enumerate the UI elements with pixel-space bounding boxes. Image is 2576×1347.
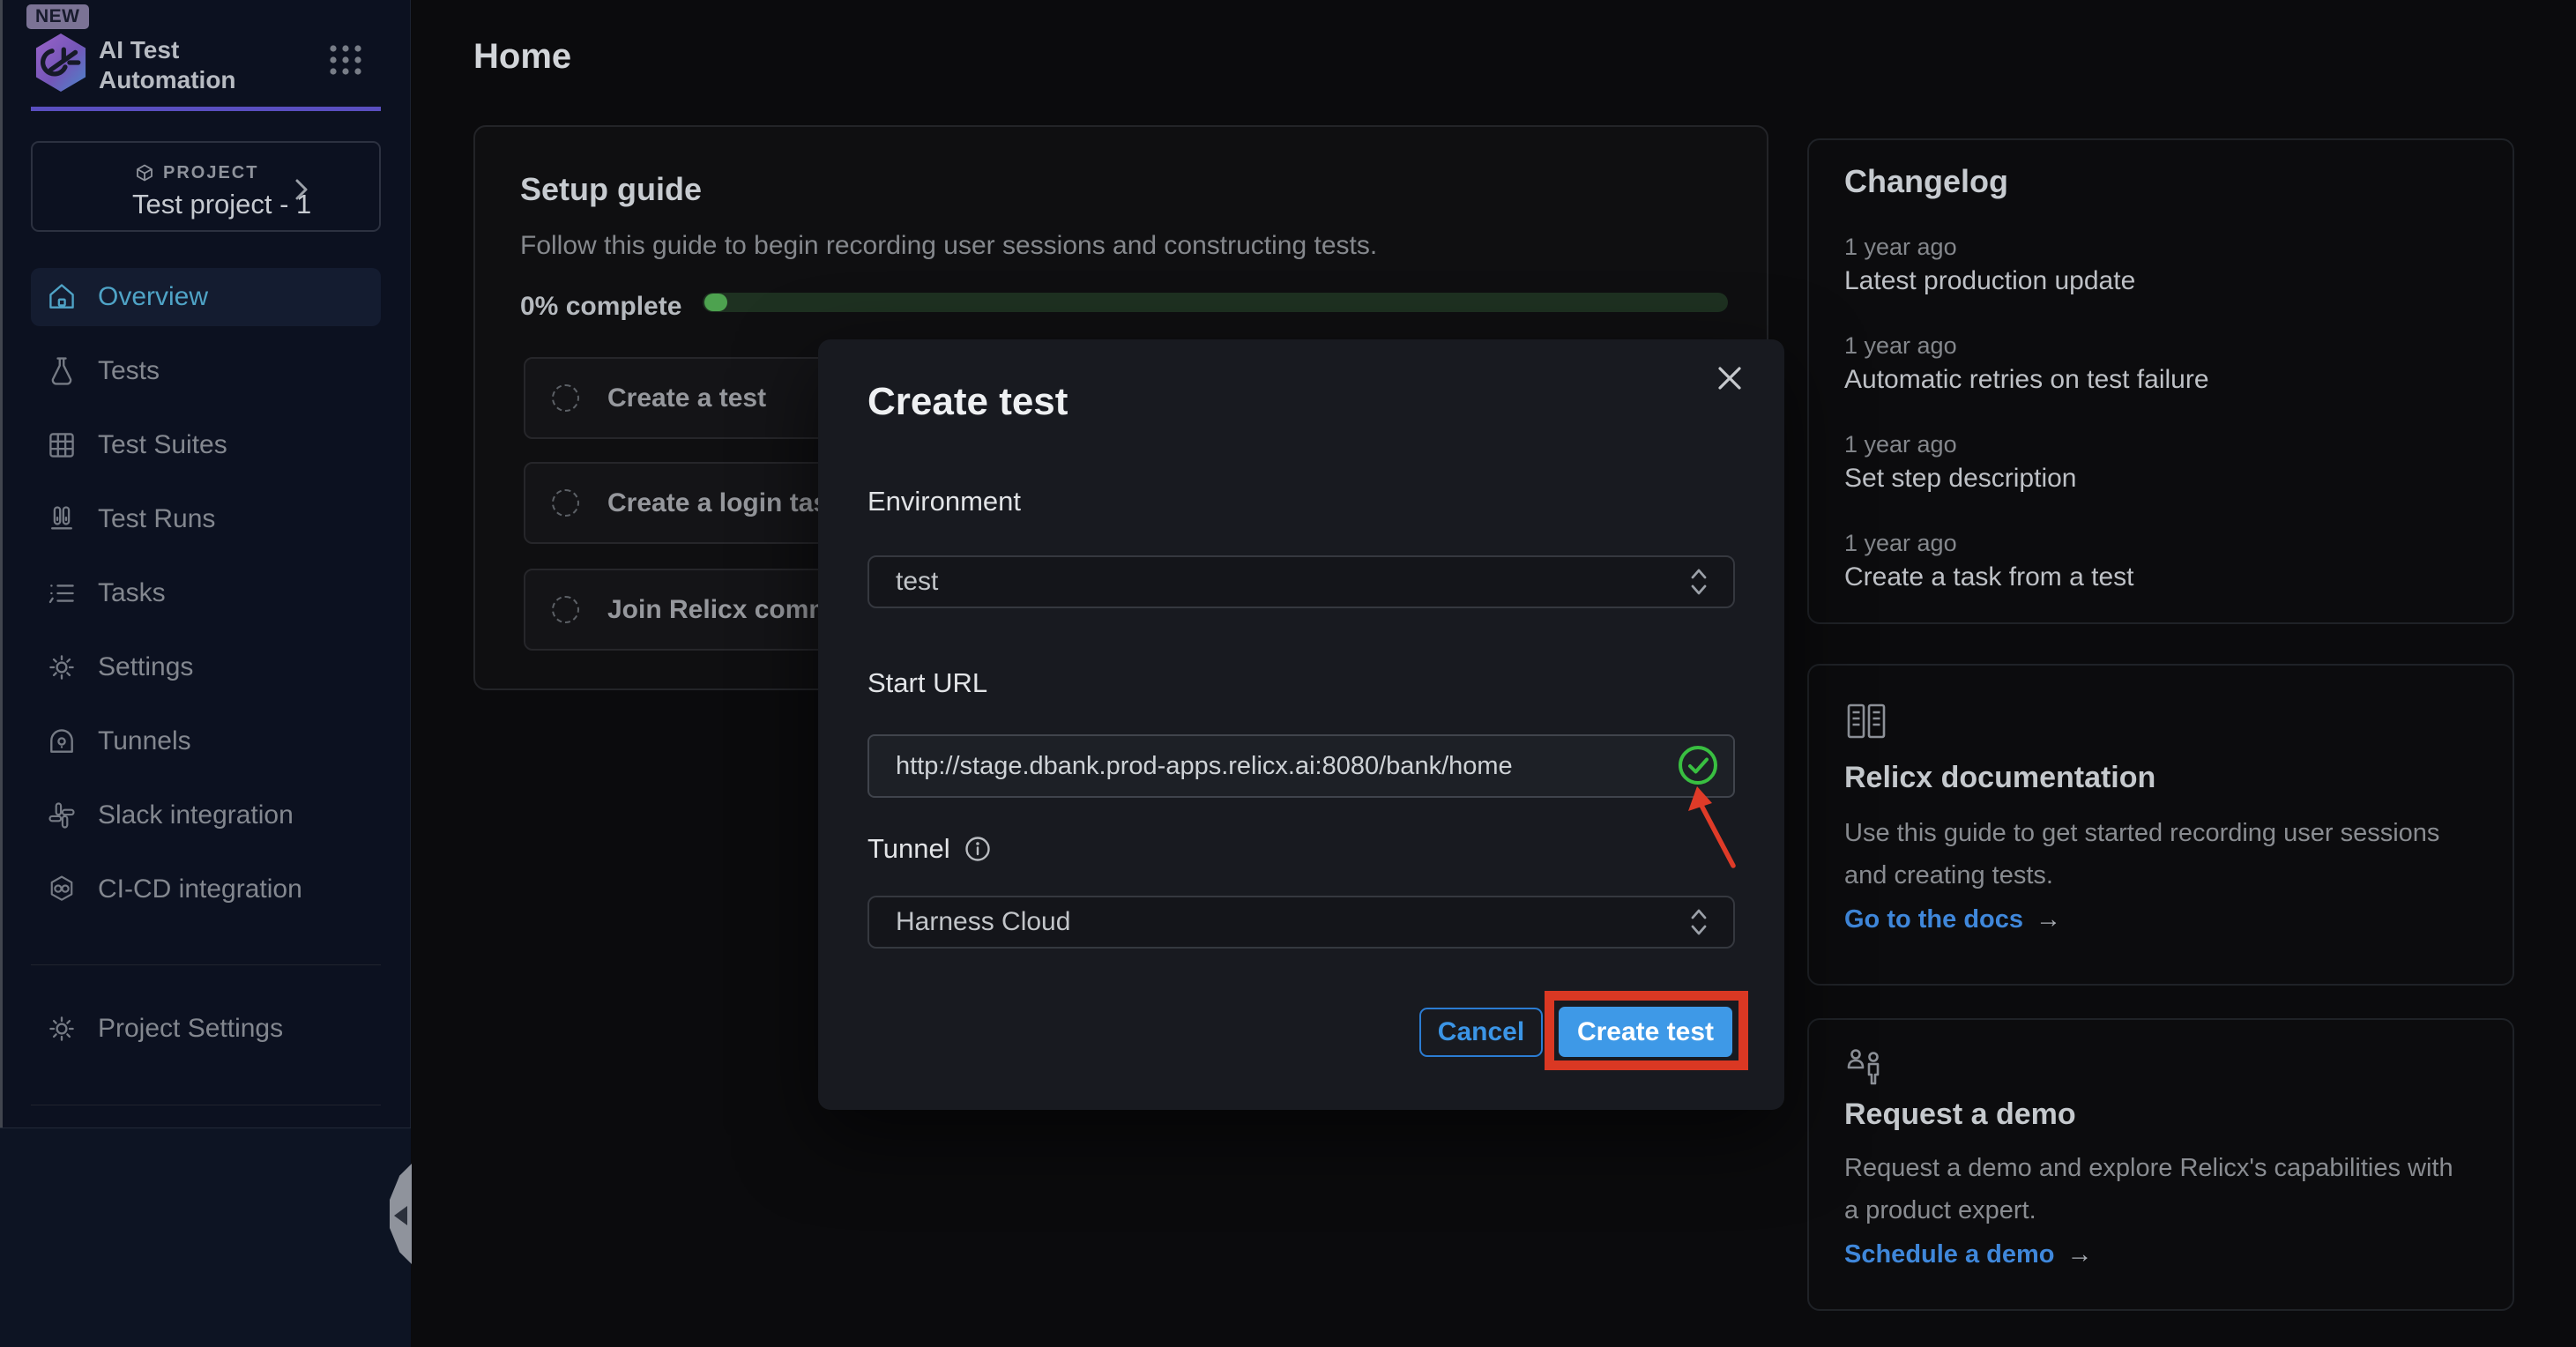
tunnel-value: Harness Cloud [896, 907, 1070, 937]
environment-label: Environment [867, 486, 1021, 517]
test-tubes-icon [46, 503, 78, 535]
sidebar-item-label: Tests [98, 356, 160, 386]
project-label-row: PROJECT [134, 162, 258, 183]
changelog-entry-text[interactable]: Create a task from a test [1844, 562, 2133, 592]
window-edge-line [0, 0, 3, 1127]
changelog-title: Changelog [1844, 163, 2008, 200]
changelog-entry-time: 1 year ago [1844, 332, 1957, 360]
app-screen: NEW AI Test Automation [0, 0, 2576, 1347]
sidebar-item-tunnels[interactable]: Tunnels [31, 712, 381, 770]
progress-bar [703, 293, 1728, 312]
arrow-right-icon: → [2067, 1240, 2093, 1269]
progress-fill [704, 294, 727, 311]
sidebar-item-label: Test Runs [98, 504, 215, 534]
sidebar-item-label: Test Suites [98, 430, 227, 460]
tunnel-label: Tunnel [867, 833, 991, 865]
sidebar-item-settings[interactable]: Settings [31, 638, 381, 696]
sidebar-item-tasks[interactable]: Tasks [31, 564, 381, 622]
documentation-title: Relicx documentation [1844, 761, 2155, 795]
request-demo-body: Request a demo and explore Relicx's capa… [1844, 1147, 2472, 1232]
chevron-right-icon [294, 178, 309, 201]
sidebar-item-test-runs[interactable]: Test Runs [31, 490, 381, 548]
start-url-value: http://stage.dbank.prod-apps.relicx.ai:8… [896, 752, 1513, 781]
sidebar-item-label: Overview [98, 282, 208, 312]
tunnel-select[interactable]: Harness Cloud [867, 896, 1735, 949]
documentation-card: Relicx documentation Use this guide to g… [1807, 664, 2514, 986]
people-icon [1844, 1045, 1890, 1090]
tunnel-icon [46, 726, 78, 757]
start-url-input[interactable]: http://stage.dbank.prod-apps.relicx.ai:8… [867, 734, 1735, 798]
grid-icon [46, 429, 78, 461]
changelog-entry-time: 1 year ago [1844, 234, 1957, 261]
page-title: Home [473, 37, 571, 77]
arrow-right-icon: → [2036, 905, 2061, 934]
home-icon [46, 281, 78, 313]
changelog-entry-time: 1 year ago [1844, 530, 1957, 557]
progress-label: 0% complete [520, 292, 681, 322]
checklist-label: Create a login task [607, 488, 843, 518]
request-demo-card: Request a demo Request a demo and explor… [1807, 1018, 2514, 1311]
setup-guide-subtitle: Follow this guide to begin recording use… [520, 231, 1377, 261]
go-to-docs-link[interactable]: Go to the docs→ [1844, 905, 2061, 934]
collapse-arrow-icon [394, 1206, 407, 1225]
sidebar-item-label: Slack integration [98, 800, 294, 830]
new-badge: NEW [26, 4, 89, 29]
project-label: PROJECT [163, 163, 258, 183]
gear-icon [46, 1013, 78, 1045]
checklist-label: Create a test [607, 383, 766, 413]
sidebar-item-label: Settings [98, 652, 193, 682]
changelog-card: Changelog 1 year ago Latest production u… [1807, 138, 2514, 624]
project-name: Test project - 1 [132, 189, 311, 220]
changelog-entry-text[interactable]: Automatic retries on test failure [1844, 365, 2209, 395]
app-title: AI Test Automation [99, 35, 236, 95]
brand-divider [31, 107, 381, 111]
sidebar: NEW AI Test Automation [0, 0, 411, 1347]
modal-title: Create test [867, 380, 1068, 424]
cancel-button[interactable]: Cancel [1419, 1008, 1543, 1057]
flask-icon [46, 355, 78, 387]
sidebar-item-project-settings[interactable]: Project Settings [31, 1000, 381, 1058]
sidebar-item-tests[interactable]: Tests [31, 342, 381, 400]
select-chevrons-icon [1689, 907, 1709, 937]
incomplete-step-icon [552, 489, 579, 517]
sidebar-footer: ? Help AU admin user [0, 1127, 411, 1347]
sidebar-item-label: Project Settings [98, 1014, 283, 1044]
request-demo-title: Request a demo [1844, 1098, 2076, 1132]
changelog-entry-text[interactable]: Latest production update [1844, 266, 2135, 296]
sidebar-item-overview[interactable]: Overview [31, 268, 381, 326]
create-test-modal: Create test Environment test Start URL h… [818, 339, 1784, 1110]
app-logo-icon [32, 32, 90, 93]
project-selector[interactable]: PROJECT Test project - 1 [31, 141, 381, 232]
changelog-entry-time: 1 year ago [1844, 431, 1957, 458]
task-list-icon [46, 577, 78, 609]
changelog-entry-text[interactable]: Set step description [1844, 464, 2076, 494]
create-test-button[interactable]: Create test [1559, 1007, 1732, 1057]
cube-icon [134, 162, 155, 183]
sidebar-item-cicd-integration[interactable]: CI-CD integration [31, 860, 381, 919]
sidebar-item-slack-integration[interactable]: Slack integration [31, 786, 381, 845]
schedule-demo-link[interactable]: Schedule a demo→ [1844, 1240, 2093, 1269]
app-switcher-icon[interactable] [328, 44, 365, 76]
slack-icon [46, 800, 78, 831]
sidebar-item-label: CI-CD integration [98, 874, 302, 904]
environment-select[interactable]: test [867, 555, 1735, 608]
info-icon[interactable] [964, 836, 991, 862]
incomplete-step-icon [552, 596, 579, 623]
environment-value: test [896, 567, 938, 597]
sidebar-item-label: Tasks [98, 578, 166, 608]
close-icon[interactable] [1710, 359, 1749, 398]
book-icon [1844, 701, 1888, 741]
gear-icon [46, 651, 78, 683]
documentation-body: Use this guide to get started recording … [1844, 812, 2472, 897]
incomplete-step-icon [552, 384, 579, 412]
sidebar-divider [31, 964, 381, 965]
url-valid-check-icon [1678, 745, 1718, 785]
select-chevrons-icon [1689, 567, 1709, 597]
sidebar-item-label: Tunnels [98, 726, 191, 756]
annotation-arrow [1686, 785, 1748, 873]
setup-guide-title: Setup guide [520, 171, 702, 208]
sidebar-item-test-suites[interactable]: Test Suites [31, 416, 381, 474]
cicd-hexagon-icon [46, 874, 78, 905]
start-url-label: Start URL [867, 667, 987, 699]
